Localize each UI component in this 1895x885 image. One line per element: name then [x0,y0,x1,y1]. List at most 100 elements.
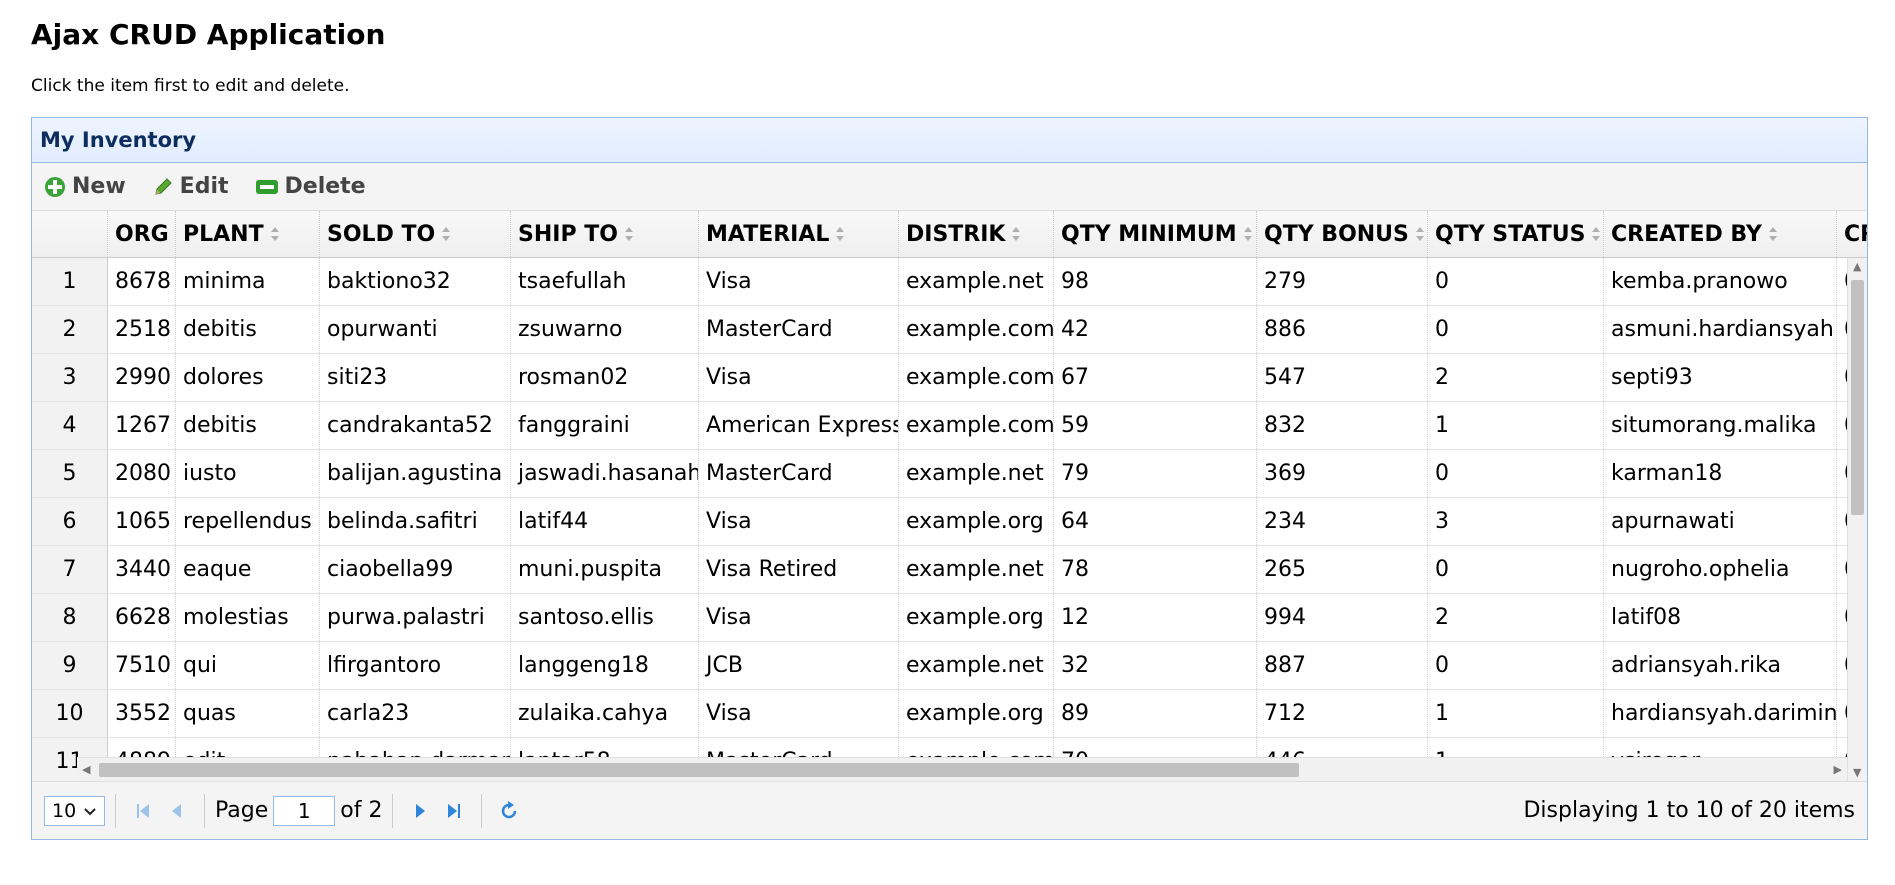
page-size-value: 10 [52,799,77,822]
sort-icon[interactable] [1243,226,1253,242]
column-header-label: QTY STATUS [1435,221,1586,247]
column-header-label: ORG [115,221,169,247]
table-row[interactable]: 1 8678 minima baktiono32 tsaefullah Visa examp… [32,258,1867,306]
column-header[interactable]: PLANT [176,211,320,257]
row-number: 1 [32,258,108,305]
next-page-button[interactable] [403,794,437,828]
new-button-label: New [72,174,126,199]
table-cell: example.net [899,258,1054,305]
remove-icon [255,179,278,194]
table-row[interactable]: 4 1267 debitis candrakanta52 fanggraini Ameri… [32,402,1867,450]
sort-icon[interactable] [624,226,634,242]
sort-icon[interactable] [270,226,280,242]
table-row[interactable]: 9 7510 qui lfirgantoro langgeng18 JCB example.… [32,642,1867,690]
sort-icon[interactable] [1011,226,1021,242]
horizontal-scroll-thumb[interactable] [99,763,1299,777]
edit-button-label: Edit [179,174,229,199]
table-cell: quas [176,690,320,737]
next-page-icon [416,803,426,818]
table-cell: 369 [1257,450,1428,497]
table-cell: example.org [899,498,1054,545]
table-cell: example.org [899,594,1054,641]
table-cell: lfirgantoro [320,642,511,689]
column-header[interactable]: SHIP TO [511,211,699,257]
last-page-button[interactable] [437,794,471,828]
table-cell: siti23 [320,354,511,401]
table-cell: kemba.pranowo [1604,258,1837,305]
column-header[interactable]: CRE [1837,211,1867,257]
table-cell: Visa [699,498,899,545]
table-row[interactable]: 5 2080 iusto balijan.agustina jaswadi.hasana… [32,450,1867,498]
table-cell: 712 [1257,690,1428,737]
table-cell: rosman02 [511,354,699,401]
table-cell: example.com [899,402,1054,449]
sort-icon[interactable] [441,226,451,242]
table-cell: ciaobella99 [320,546,511,593]
table-row[interactable]: 6 1065 repellendus belinda.safitri latif44 Vi… [32,498,1867,546]
page-label: Page [215,798,269,823]
refresh-button[interactable] [492,794,526,828]
table-cell: MasterCard [699,450,899,497]
table-cell: 547 [1257,354,1428,401]
table-cell: 0 [1428,642,1604,689]
table-cell: 7510 [108,642,176,689]
scroll-left-icon[interactable]: ◀ [82,764,90,775]
table-cell: 59 [1054,402,1257,449]
toolbar: New Edit Delete [32,163,1867,211]
table-row[interactable]: 2 2518 debitis opurwanti zsuwarno MasterCard e… [32,306,1867,354]
table-cell: American Express [699,402,899,449]
table-cell: latif08 [1604,594,1837,641]
column-header[interactable]: QTY BONUS [1257,211,1428,257]
edit-button[interactable]: Edit [152,174,229,199]
table-cell: baktiono32 [320,258,511,305]
table-cell: Visa [699,690,899,737]
table-cell: 887 [1257,642,1428,689]
delete-button[interactable]: Delete [255,174,366,199]
column-header-label: SOLD TO [327,221,436,247]
column-header[interactable]: CREATED BY [1604,211,1837,257]
vertical-scroll-thumb[interactable] [1851,280,1864,515]
column-header[interactable]: SOLD TO [320,211,511,257]
new-button[interactable]: New [44,174,126,199]
page-subtitle: Click the item first to edit and delete. [31,76,350,96]
sort-icon[interactable] [1768,226,1778,242]
table-cell: 64 [1054,498,1257,545]
table-row[interactable]: 8 6628 molestias purwa.palastri santoso.elli… [32,594,1867,642]
row-number: 8 [32,594,108,641]
table-cell: hardiansyah.darimin [1604,690,1837,737]
table-cell: 886 [1257,306,1428,353]
table-row[interactable]: 3 2990 dolores siti23 rosman02 Visa example.co… [32,354,1867,402]
table-cell: JCB [699,642,899,689]
column-header[interactable]: QTY MINIMUM [1054,211,1257,257]
column-header[interactable]: DISTRIK [899,211,1054,257]
row-number: 5 [32,450,108,497]
table-row[interactable]: 7 3440 eaque ciaobella99 muni.puspita Visa Re… [32,546,1867,594]
table-cell: 3552 [108,690,176,737]
panel-title: My Inventory [40,128,197,152]
scroll-right-icon[interactable]: ▶ [1834,764,1842,775]
row-number: 2 [32,306,108,353]
vertical-scrollbar[interactable]: ▲ ▼ [1847,258,1867,781]
sort-icon[interactable] [1415,226,1425,242]
table-cell: Visa [699,594,899,641]
page-size-select[interactable]: 10 [44,795,105,826]
column-header[interactable]: ORG [108,211,176,257]
table-cell: debitis [176,402,320,449]
table-cell: 78 [1054,546,1257,593]
horizontal-scrollbar[interactable]: ◀ ▶ [77,757,1847,781]
table-row[interactable]: 10 3552 quas carla23 zulaika.cahya Visa exampl… [32,690,1867,738]
column-header[interactable]: QTY STATUS [1428,211,1604,257]
column-header[interactable]: MATERIAL [699,211,899,257]
sort-icon[interactable] [1591,226,1601,242]
scroll-down-icon[interactable]: ▼ [1853,767,1861,778]
table-cell: eaque [176,546,320,593]
scroll-up-icon[interactable]: ▲ [1853,261,1861,272]
inventory-panel: My Inventory New Edit Delete ORG PLANT S… [31,117,1868,840]
page-number-input[interactable]: 1 [273,795,336,826]
prev-page-button[interactable] [160,794,194,828]
row-number: 9 [32,642,108,689]
first-page-icon [137,803,149,818]
first-page-button[interactable] [126,794,160,828]
row-number-header [32,211,108,257]
sort-icon[interactable] [835,226,845,242]
